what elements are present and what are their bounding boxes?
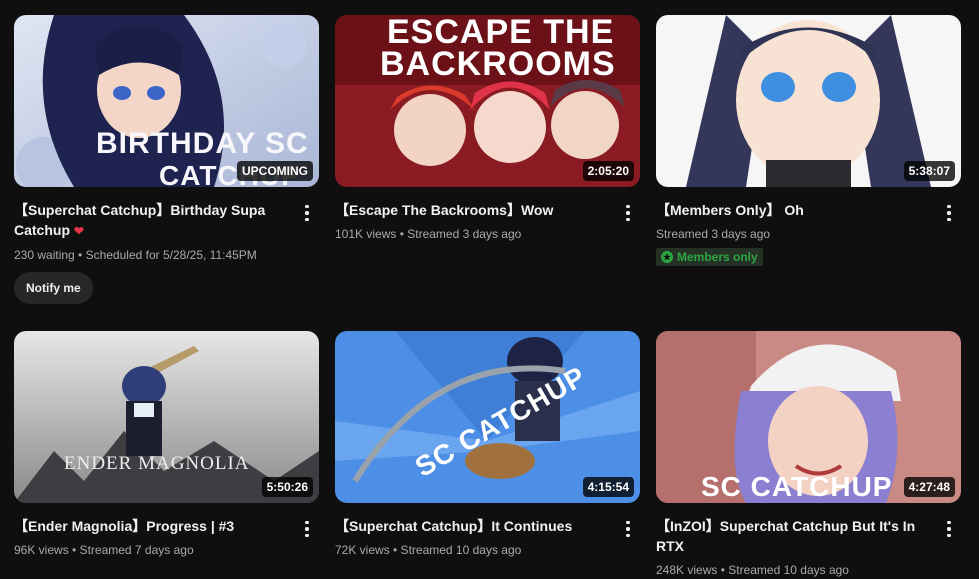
members-only-badge: ★ Members only <box>656 248 763 266</box>
video-thumbnail[interactable]: ESCAPE THE BACKROOMS 2:05:20 <box>335 15 640 187</box>
more-actions-button[interactable] <box>937 201 961 225</box>
notify-me-button[interactable]: Notify me <box>14 272 93 304</box>
duration-badge: 4:15:54 <box>582 477 634 497</box>
vertical-dots-icon <box>305 520 309 538</box>
video-card[interactable]: 5:38:07 【Members Only】 Oh Streamed 3 day… <box>656 15 961 266</box>
video-card[interactable]: SC CATCHUP 4:15:54 【Superchat Catchup】It… <box>335 331 640 559</box>
more-actions-button[interactable] <box>616 201 640 225</box>
members-only-label: Members only <box>677 250 758 264</box>
vertical-dots-icon <box>305 204 309 222</box>
video-metadata: 230 waiting • Scheduled for 5/28/25, 11:… <box>14 248 257 262</box>
thumbnail-title-text: ENDER MAGNOLIA <box>64 453 250 474</box>
video-title-text: 【Superchat Catchup】Birthday Supa Catchup <box>14 202 266 238</box>
video-title[interactable]: 【Superchat Catchup】It Continues <box>335 516 606 536</box>
more-actions-button[interactable] <box>616 517 640 541</box>
star-icon: ★ <box>661 251 673 263</box>
video-card[interactable]: SC CATCHUP 4:27:48 【InZOI】Superchat Catc… <box>656 331 961 579</box>
thumbnail-title-text: SC CATCHUP <box>701 471 893 502</box>
video-thumbnail[interactable]: ENDER MAGNOLIA 5:50:26 <box>14 331 319 503</box>
video-thumbnail[interactable]: SC CATCHUP 4:27:48 <box>656 331 961 503</box>
video-title[interactable]: 【Ender Magnolia】Progress | #3 <box>14 516 285 536</box>
more-actions-button[interactable] <box>295 517 319 541</box>
vertical-dots-icon <box>947 204 951 222</box>
video-card[interactable]: ENDER MAGNOLIA 5:50:26 【Ender Magnolia】P… <box>14 331 319 559</box>
thumbnail-title-text: BIRTHDAY SC <box>96 127 309 160</box>
video-title[interactable]: 【InZOI】Superchat Catchup But It's In RTX <box>656 516 927 556</box>
vertical-dots-icon <box>626 520 630 538</box>
thumbnail-title-text: BACKROOMS <box>380 45 616 83</box>
more-actions-button[interactable] <box>937 517 961 541</box>
vertical-dots-icon <box>626 204 630 222</box>
video-metadata: 72K views • Streamed 10 days ago <box>335 543 522 557</box>
vertical-dots-icon <box>947 520 951 538</box>
upcoming-badge: UPCOMING <box>237 161 313 181</box>
duration-badge: 5:50:26 <box>261 477 313 497</box>
video-metadata: 248K views • Streamed 10 days ago <box>656 563 849 577</box>
duration-badge: 4:27:48 <box>903 477 955 497</box>
heart-emoji-icon: ❤ <box>73 224 84 238</box>
video-title[interactable]: 【Superchat Catchup】Birthday Supa Catchup… <box>14 200 285 241</box>
duration-badge: 5:38:07 <box>903 161 955 181</box>
video-metadata: 96K views • Streamed 7 days ago <box>14 543 194 557</box>
video-thumbnail[interactable]: SC CATCHUP 4:15:54 <box>335 331 640 503</box>
video-metadata: Streamed 3 days ago <box>656 227 771 241</box>
video-card[interactable]: ESCAPE THE BACKROOMS 2:05:20 【Escape The… <box>335 15 640 243</box>
video-thumbnail[interactable]: 5:38:07 <box>656 15 961 187</box>
more-actions-button[interactable] <box>295 201 319 225</box>
video-metadata: 101K views • Streamed 3 days ago <box>335 227 522 241</box>
video-card[interactable]: BIRTHDAY SC CATCHUP UPCOMING 【Superchat … <box>14 15 319 304</box>
video-thumbnail[interactable]: BIRTHDAY SC CATCHUP UPCOMING <box>14 15 319 187</box>
duration-badge: 2:05:20 <box>582 161 634 181</box>
video-title[interactable]: 【Members Only】 Oh <box>656 200 927 220</box>
video-title[interactable]: 【Escape The Backrooms】Wow <box>335 200 606 220</box>
